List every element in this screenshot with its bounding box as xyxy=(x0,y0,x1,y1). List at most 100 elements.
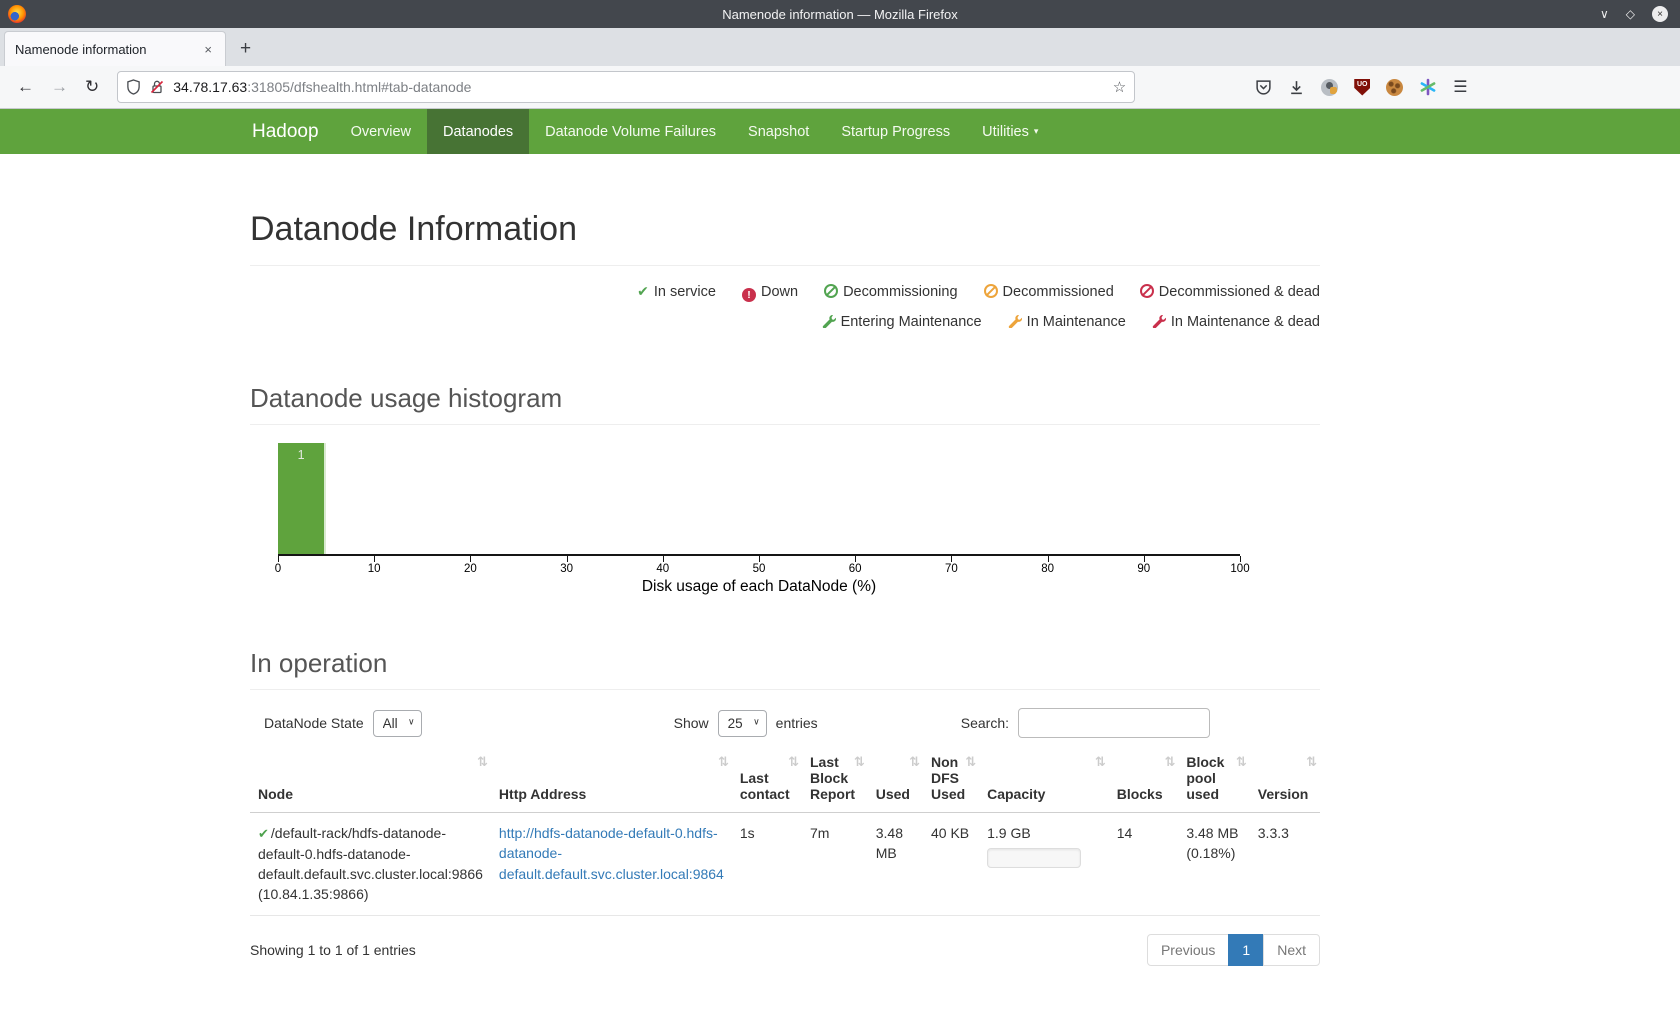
divider xyxy=(250,424,1320,425)
entries-label: entries xyxy=(776,715,818,731)
page-size-select[interactable]: 25 xyxy=(718,710,767,737)
axis-tick xyxy=(1144,556,1145,562)
axis-tick-label: 100 xyxy=(1230,563,1249,575)
cell-blocks: 14 xyxy=(1109,813,1179,916)
column-header-capacity[interactable]: Capacity⇅ xyxy=(979,748,1109,813)
reload-icon[interactable]: ↻ xyxy=(85,77,99,97)
nav-item-datanodes[interactable]: Datanodes xyxy=(427,109,529,154)
new-tab-button[interactable]: + xyxy=(240,38,251,60)
navbar-brand[interactable]: Hadoop xyxy=(250,109,335,154)
cell-capacity: 1.9 GB xyxy=(979,813,1109,916)
wrench-icon xyxy=(1008,309,1022,339)
cell-used: 3.48 MB xyxy=(868,813,923,916)
shield-icon[interactable] xyxy=(126,79,141,95)
column-header-last-block-report[interactable]: Last Block Report⇅ xyxy=(802,748,868,813)
wrench-icon xyxy=(822,309,836,339)
slash-circle-icon xyxy=(1140,284,1154,298)
axis-tick xyxy=(374,556,375,562)
url-text: 34.78.17.63:31805/dfshealth.html#tab-dat… xyxy=(173,79,471,95)
datanode-state-label: DataNode State xyxy=(264,715,364,731)
legend-in-service: ✔In service xyxy=(637,284,716,300)
bookmark-star-icon[interactable]: ☆ xyxy=(1113,78,1126,96)
url-path: :31805/dfshealth.html#tab-datanode xyxy=(247,79,471,95)
search-label: Search: xyxy=(961,715,1009,731)
pagination-previous-button[interactable]: Previous xyxy=(1147,934,1229,966)
sort-icon: ⇅ xyxy=(718,754,729,770)
check-icon: ✔ xyxy=(637,283,649,299)
sort-icon: ⇅ xyxy=(854,754,865,770)
maximize-icon[interactable]: ◇ xyxy=(1626,6,1635,22)
tab-namenode-information[interactable]: Namenode information × xyxy=(4,31,226,66)
axis-tick-label: 90 xyxy=(1137,563,1150,575)
window-title: Namenode information — Mozilla Firefox xyxy=(0,7,1680,22)
datanode-state-select[interactable]: All xyxy=(373,710,422,737)
back-icon[interactable]: ← xyxy=(17,77,34,97)
axis-tick-label: 10 xyxy=(368,563,381,575)
sort-icon: ⇅ xyxy=(965,754,976,770)
column-header-non-dfs-used[interactable]: Non DFS Used⇅ xyxy=(923,748,979,813)
search-input[interactable] xyxy=(1018,708,1210,738)
cell-node: ✔/default-rack/hdfs-datanode-default-0.h… xyxy=(250,813,491,916)
account-extension-icon[interactable] xyxy=(1321,79,1338,96)
wrench-icon xyxy=(1152,309,1166,339)
cell-last-contact: 1s xyxy=(732,813,802,916)
pagination-next-button[interactable]: Next xyxy=(1263,934,1320,966)
pagination-page-1-button[interactable]: 1 xyxy=(1228,934,1264,966)
column-header-node[interactable]: Node⇅ xyxy=(250,748,491,813)
nav-item-snapshot[interactable]: Snapshot xyxy=(732,109,825,154)
column-header-block-pool-used[interactable]: Block pool used⇅ xyxy=(1178,748,1249,813)
forward-icon[interactable]: → xyxy=(51,77,68,97)
legend-entering-maintenance: Entering Maintenance xyxy=(822,314,982,330)
column-header-http-address[interactable]: Http Address⇅ xyxy=(491,748,732,813)
cookie-extension-icon[interactable] xyxy=(1386,79,1403,96)
table-footer: Showing 1 to 1 of 1 entries Previous 1 N… xyxy=(250,934,1320,966)
axis-tick xyxy=(951,556,952,562)
minimize-icon[interactable]: ∨ xyxy=(1600,6,1609,22)
menu-hamburger-icon[interactable]: ☰ xyxy=(1453,77,1467,97)
column-header-blocks[interactable]: Blocks⇅ xyxy=(1109,748,1179,813)
sort-icon: ⇅ xyxy=(1236,754,1247,770)
sort-icon: ⇅ xyxy=(1306,754,1317,770)
axis-tick xyxy=(855,556,856,562)
sort-icon: ⇅ xyxy=(1095,754,1106,770)
nav-item-utilities[interactable]: Utilities▾ xyxy=(966,109,1054,154)
capacity-progress-bar xyxy=(987,848,1081,868)
axis-tick-label: 60 xyxy=(849,563,862,575)
column-header-used[interactable]: Used⇅ xyxy=(868,748,923,813)
nav-item-overview[interactable]: Overview xyxy=(335,109,427,154)
nav-item-datanode-volume-failures[interactable]: Datanode Volume Failures xyxy=(529,109,732,154)
divider xyxy=(250,689,1320,690)
axis-tick xyxy=(1048,556,1049,562)
axis-tick xyxy=(759,556,760,562)
downloads-icon[interactable] xyxy=(1288,79,1305,96)
showing-entries-text: Showing 1 to 1 of 1 entries xyxy=(250,942,416,958)
tab-close-icon[interactable]: × xyxy=(201,42,215,57)
cell-version: 3.3.3 xyxy=(1250,813,1320,916)
histogram-section-title: Datanode usage histogram xyxy=(250,383,1320,414)
table-controls: DataNode State All∨ Show 25∨ entries Sea… xyxy=(250,708,1320,738)
nav-item-startup-progress[interactable]: Startup Progress xyxy=(825,109,966,154)
operation-section-title: In operation xyxy=(250,648,1320,679)
url-host: 34.78.17.63 xyxy=(173,79,247,95)
axis-tick-label: 70 xyxy=(945,563,958,575)
ublock-icon[interactable]: UO xyxy=(1354,79,1370,96)
axis-tick-label: 50 xyxy=(753,563,766,575)
http-address-link[interactable]: http://hdfs-datanode-default-0.hdfs-data… xyxy=(499,825,724,882)
axis-tick-label: 80 xyxy=(1041,563,1054,575)
axis-tick-label: 20 xyxy=(464,563,477,575)
column-header-last-contact[interactable]: Last contact⇅ xyxy=(732,748,802,813)
url-bar[interactable]: 34.78.17.63:31805/dfshealth.html#tab-dat… xyxy=(117,71,1135,103)
pocket-icon[interactable] xyxy=(1255,79,1272,96)
x-axis-label: Disk usage of each DataNode (%) xyxy=(278,578,1240,596)
close-window-icon[interactable]: × xyxy=(1652,6,1668,22)
show-label: Show xyxy=(674,715,709,731)
sort-icon: ⇅ xyxy=(477,754,488,770)
cell-http-address: http://hdfs-datanode-default-0.hdfs-data… xyxy=(491,813,732,916)
sort-icon: ⇅ xyxy=(1164,754,1175,770)
browser-toolbar: ← → ↻ 34.78.17.63:31805/dfshealth.html#t… xyxy=(0,66,1680,109)
cell-block-pool-used: 3.48 MB (0.18%) xyxy=(1178,813,1249,916)
cell-last-block-report: 7m xyxy=(802,813,868,916)
column-header-version[interactable]: Version⇅ xyxy=(1250,748,1320,813)
asterisk-extension-icon[interactable] xyxy=(1419,78,1437,96)
insecure-lock-icon[interactable] xyxy=(149,79,165,95)
